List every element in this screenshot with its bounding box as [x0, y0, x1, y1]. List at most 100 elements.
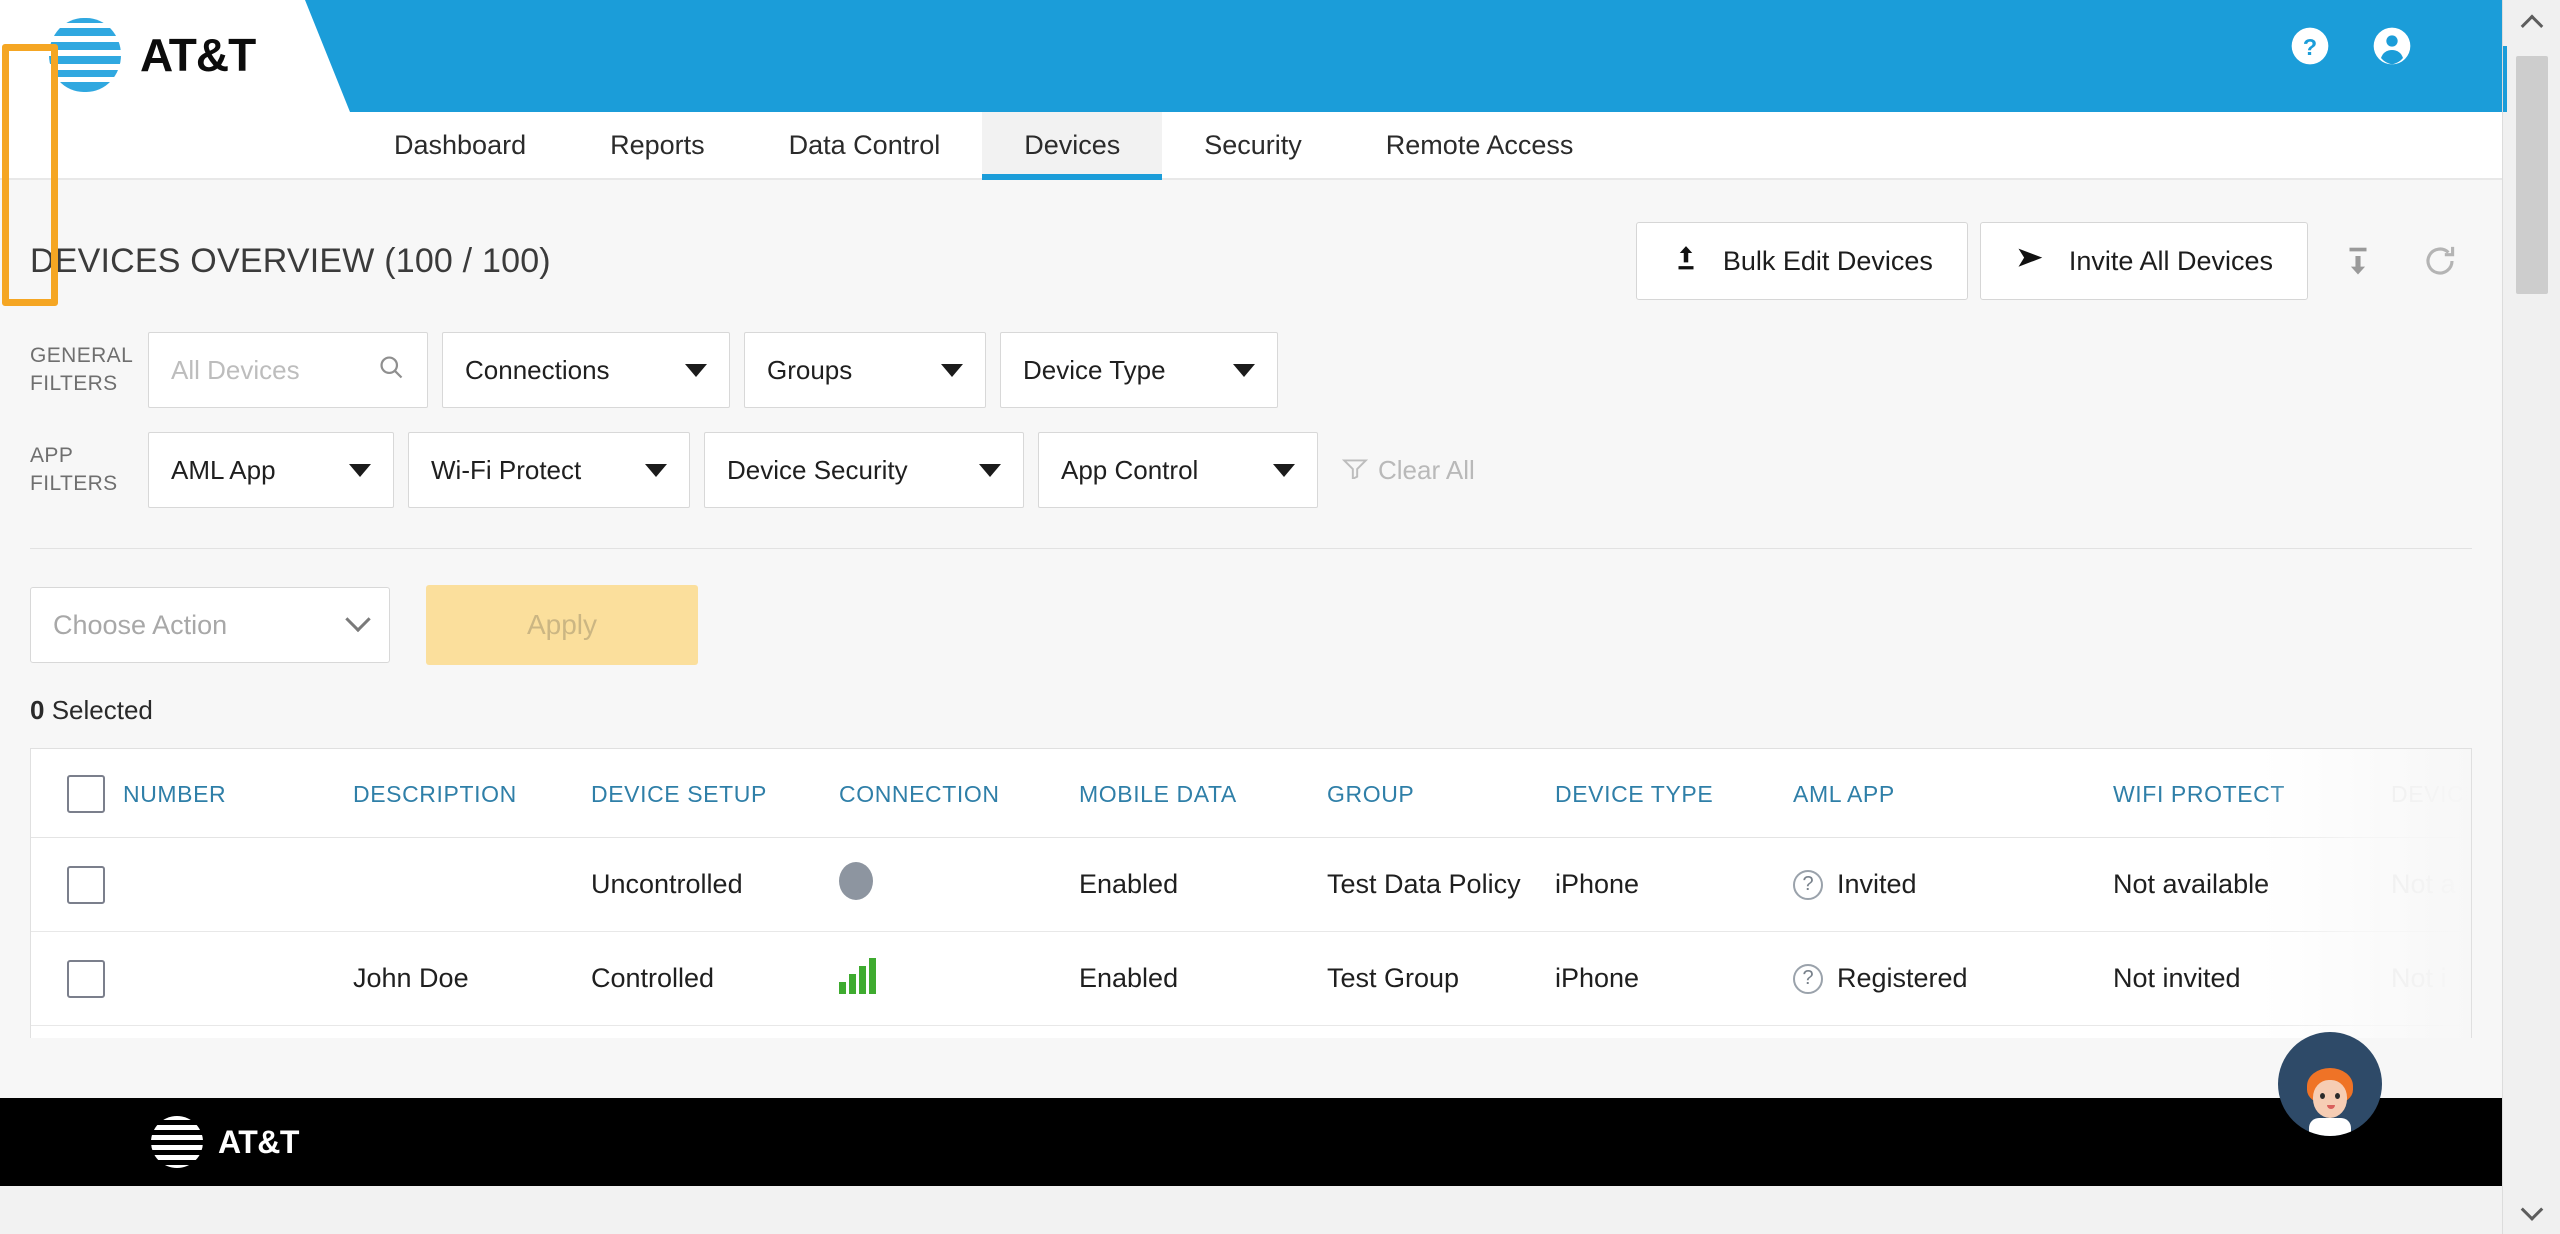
nav-item-security[interactable]: Security — [1162, 112, 1344, 178]
nav-item-devices[interactable]: Devices — [982, 112, 1163, 192]
cell-connection — [839, 1025, 1079, 1038]
app-filters-label: APP FILTERS — [30, 442, 148, 499]
table-row[interactable]: Controlled Disabled Default Group iPhone… — [31, 1025, 2471, 1038]
table-row[interactable]: Uncontrolled Enabled Test Data Policy iP… — [31, 837, 2471, 932]
account-circle-icon[interactable] — [2372, 26, 2412, 66]
search-input[interactable]: All Devices — [148, 332, 428, 408]
row-checkbox[interactable] — [67, 865, 105, 904]
cell-device-setup: Uncontrolled — [591, 837, 839, 932]
column-header-device-type[interactable]: DEVICE TYPE — [1555, 749, 1793, 838]
scrollbar-up-arrow[interactable] — [2503, 0, 2560, 46]
cell-device-setup: Controlled — [591, 1025, 839, 1038]
select-all-checkbox[interactable] — [67, 775, 105, 813]
cell-connection — [839, 931, 1079, 1026]
column-header-wifi-protect[interactable]: WIFI PROTECT — [2113, 749, 2391, 838]
nav-item-reports[interactable]: Reports — [568, 112, 747, 178]
cell-number — [123, 837, 353, 932]
search-icon[interactable] — [377, 353, 405, 388]
device-type-filter-label: Device Type — [1023, 354, 1166, 385]
cell-number — [123, 1025, 353, 1038]
device-security-filter-label: Device Security — [727, 454, 908, 485]
choose-action-select[interactable]: Choose Action — [30, 587, 390, 663]
column-header-device-setup[interactable]: DEVICE SETUP — [591, 749, 839, 838]
page-header-actions: Bulk Edit Devices Invite All Devices — [1635, 222, 2472, 300]
app-filters-row: APP FILTERS AML App Wi-Fi Protect Device… — [30, 420, 2472, 520]
nav-item-data-control[interactable]: Data Control — [747, 112, 983, 178]
chevron-down-icon — [685, 363, 707, 377]
brand-logo-wedge: AT&T — [0, 0, 350, 112]
column-header-mobile-data[interactable]: MOBILE DATA — [1079, 749, 1327, 838]
cell-device-type: iPhone — [1555, 931, 1793, 1026]
nav-item-remote-access[interactable]: Remote Access — [1344, 112, 1616, 178]
nav-label: Remote Access — [1385, 129, 1574, 160]
cell-mobile-data: Disabled — [1079, 1025, 1327, 1038]
cell-device-security: Not i — [2391, 931, 2471, 1026]
help-status-icon[interactable]: ? — [1793, 869, 1823, 900]
aml-app-filter-dropdown[interactable]: AML App — [148, 432, 394, 508]
device-type-filter-dropdown[interactable]: Device Type — [1000, 332, 1278, 408]
bulk-edit-devices-label: Bulk Edit Devices — [1722, 245, 1933, 276]
column-header-connection[interactable]: CONNECTION — [839, 749, 1079, 838]
chevron-down-icon — [1233, 363, 1255, 377]
column-header-number[interactable]: NUMBER — [123, 749, 353, 838]
cell-device-security: Not a — [2391, 837, 2471, 932]
footer-brand: AT&T — [150, 1115, 299, 1169]
app-filters-label-line2: FILTERS — [30, 472, 118, 495]
clear-filter-icon — [1341, 455, 1369, 486]
aml-app-status: Invited — [1837, 869, 1917, 899]
groups-filter-label: Groups — [767, 354, 853, 385]
bulk-edit-devices-button[interactable]: Bulk Edit Devices — [1635, 222, 1968, 300]
main-navigation: Dashboard Reports Data Control Devices S… — [0, 112, 2502, 192]
wifi-protect-filter-dropdown[interactable]: Wi-Fi Protect — [408, 432, 690, 508]
chevron-down-icon — [1273, 463, 1295, 477]
cell-description — [353, 1025, 591, 1038]
clear-all-filters-button[interactable]: Clear All — [1341, 455, 1475, 486]
row-checkbox-cell — [31, 837, 123, 932]
cell-aml-app: ? Registered — [1793, 931, 2113, 1026]
column-header-group[interactable]: GROUP — [1327, 749, 1555, 838]
scrollbar-thumb[interactable] — [2516, 56, 2548, 294]
aml-app-status: Registered — [1837, 963, 1968, 993]
choose-action-placeholder: Choose Action — [53, 609, 228, 640]
cell-group: Test Data Policy — [1327, 837, 1555, 932]
nav-label: Devices — [1024, 129, 1121, 160]
chat-avatar-icon[interactable] — [2278, 1032, 2382, 1136]
download-icon[interactable] — [2326, 229, 2390, 293]
nav-item-dashboard[interactable]: Dashboard — [352, 112, 568, 178]
scrollbar-down-arrow[interactable] — [2503, 1188, 2560, 1234]
att-globe-icon — [46, 16, 124, 94]
cell-aml-app: ? Invited — [1793, 837, 2113, 932]
column-header-aml-app[interactable]: AML APP — [1793, 749, 2113, 838]
page-title: DEVICES OVERVIEW (100 / 100) — [30, 241, 551, 280]
cell-group: Default Group — [1327, 1025, 1555, 1038]
help-circle-icon[interactable]: ? — [2290, 26, 2330, 66]
groups-filter-dropdown[interactable]: Groups — [744, 332, 986, 408]
cell-description: John Doe — [353, 931, 591, 1026]
refresh-icon[interactable] — [2408, 229, 2472, 293]
row-checkbox[interactable] — [67, 959, 105, 998]
browser-scrollbar[interactable] — [2502, 0, 2560, 1234]
help-status-icon[interactable]: ? — [1793, 963, 1823, 994]
connection-offline-icon — [839, 862, 873, 900]
devices-table: NUMBER DESCRIPTION DEVICE SETUP CONNECTI… — [30, 748, 2472, 1038]
search-placeholder: All Devices — [171, 354, 300, 385]
aml-app-filter-label: AML App — [171, 454, 276, 485]
invite-all-devices-button[interactable]: Invite All Devices — [1979, 222, 2308, 300]
nav-label: Dashboard — [394, 129, 527, 160]
invite-all-devices-label: Invite All Devices — [2068, 245, 2273, 276]
footer-wordmark: AT&T — [218, 1123, 299, 1160]
cell-device-security: Not a — [2391, 1025, 2471, 1038]
connections-filter-dropdown[interactable]: Connections — [442, 332, 730, 408]
column-header-device-security[interactable]: DEVICE SE — [2391, 749, 2471, 838]
table-header-row: NUMBER DESCRIPTION DEVICE SETUP CONNECTI… — [31, 749, 2471, 838]
page-header: DEVICES OVERVIEW (100 / 100) Bulk Edit D… — [30, 180, 2472, 320]
app-control-filter-dropdown[interactable]: App Control — [1038, 432, 1318, 508]
column-header-description[interactable]: DESCRIPTION — [353, 749, 591, 838]
send-icon — [2015, 243, 2047, 280]
nav-label: Security — [1204, 129, 1302, 160]
device-security-filter-dropdown[interactable]: Device Security — [704, 432, 1024, 508]
table-row[interactable]: John Doe Controlled Enabled Test Group i… — [31, 931, 2471, 1026]
cell-description — [353, 837, 591, 932]
apply-button[interactable]: Apply — [426, 585, 698, 665]
cell-aml-app: ? Registering — [1793, 1025, 2113, 1038]
